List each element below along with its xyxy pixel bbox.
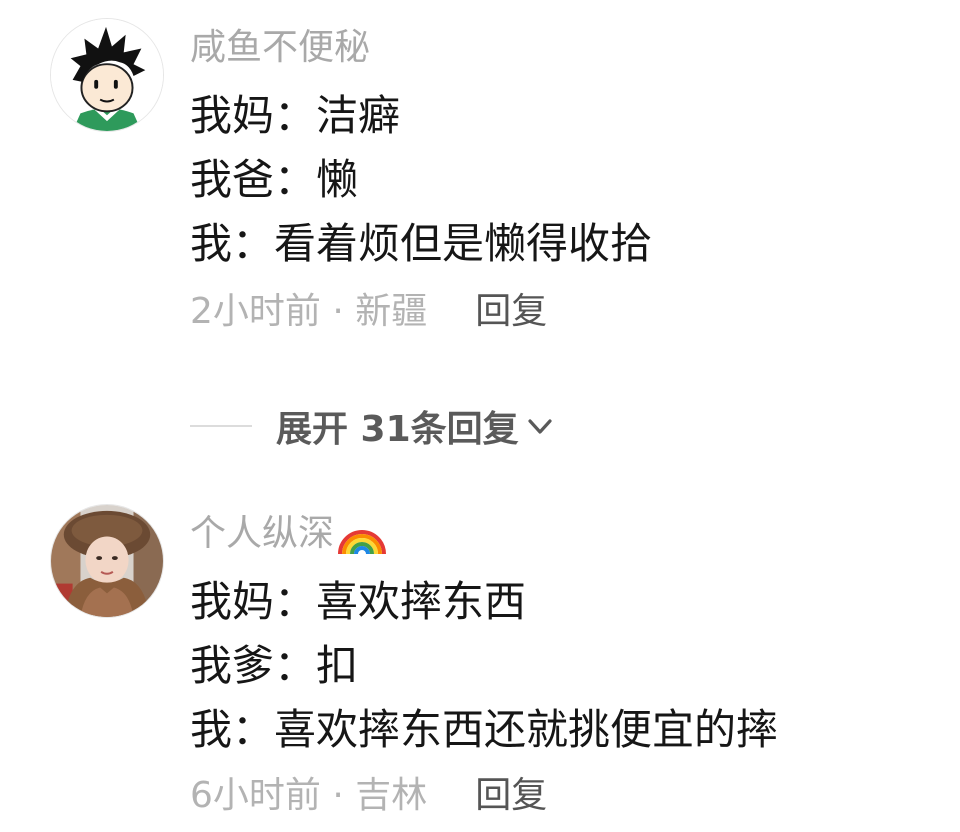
rainbow-icon	[338, 530, 387, 555]
expand-replies-row: 展开 31条回复	[190, 398, 555, 454]
comment-line: 我：看着烦但是懒得收拾	[190, 219, 653, 268]
comment-line: 我爸：懒	[190, 155, 359, 204]
comment-body: 我妈：喜欢摔东西 我爹：扣 我：喜欢摔东西还就挑便宜的摔	[190, 570, 778, 762]
expand-replies-button[interactable]: 展开 31条回复	[276, 400, 555, 452]
expand-replies-label: 展开 31条回复	[276, 409, 519, 450]
username-text: 咸鱼不便秘	[190, 27, 371, 68]
photo-girl-avatar	[51, 505, 163, 617]
comment-body: 我妈：洁癖 我爸：懒 我：看着烦但是懒得收拾	[190, 84, 652, 276]
reply-button[interactable]: 回复	[475, 774, 547, 818]
comment-line: 我爹：扣	[190, 641, 359, 690]
reply-button[interactable]: 回复	[475, 290, 547, 334]
comment-line: 我妈：洁癖	[190, 91, 401, 140]
timestamp-location: 6小时前 · 吉林	[190, 775, 428, 816]
chevron-down-icon	[528, 419, 552, 434]
comment-meta: 6小时前 · 吉林 回复	[190, 774, 547, 818]
avatar[interactable]	[50, 504, 164, 618]
username[interactable]: 咸鱼不便秘	[190, 26, 370, 70]
username[interactable]: 个人纵深	[190, 512, 388, 556]
timestamp-location: 2小时前 · 新疆	[190, 291, 428, 332]
divider	[190, 425, 252, 427]
comment-meta: 2小时前 · 新疆 回复	[190, 290, 547, 334]
comment-line: 我妈：喜欢摔东西	[190, 577, 527, 626]
avatar[interactable]	[50, 18, 164, 132]
username-text: 个人纵深	[190, 513, 335, 554]
comment-line: 我：喜欢摔东西还就挑便宜的摔	[190, 705, 779, 754]
cartoon-boy-avatar	[51, 19, 163, 131]
